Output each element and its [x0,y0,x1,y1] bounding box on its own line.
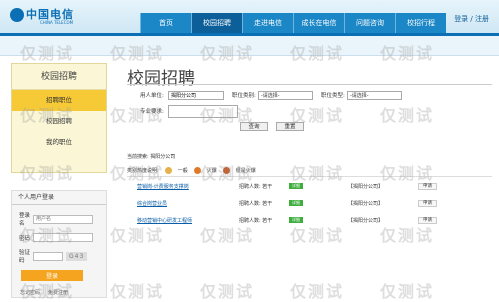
detail-tag[interactable]: 详细 [289,200,303,206]
job-company: 【揭阳分公司】 [348,200,384,207]
page-title: 校园招聘 [127,69,195,89]
heat-hot-icon [193,167,201,174]
username-input[interactable] [33,214,93,224]
sidebar-item-my-jobs[interactable]: 我的职位 [12,132,106,153]
captcha-input[interactable] [33,251,63,261]
apply-button[interactable]: 申请 [418,182,437,190]
detail-tag[interactable]: 详细 [289,183,303,189]
unit-input[interactable] [168,90,224,100]
forgot-password-link[interactable]: 忘记密码 [20,289,40,296]
type-select[interactable]: -请选择- [347,90,402,100]
search-form: 用人单位: 职位类别: -请选择- 职位类型: -请选择- 专业要求: [140,88,490,120]
search-button[interactable]: 查询 [240,122,268,131]
sidebar-item-campus[interactable]: 校园招聘 [12,111,106,132]
title-divider [127,84,492,85]
watermark: 仅测试 [110,282,165,301]
password-label: 密码 [19,235,31,242]
sidebar-menu: 校园招聘 招聘职位 校园招聘 我的职位 [11,63,107,173]
job-company: 【揭阳分公司】 [348,217,384,224]
nav-home[interactable]: 首页 [140,13,191,33]
heat-legend: 类别热度说明: 一般 火爆 很是火爆 [127,167,256,174]
job-count: 招聘人数: 若干 [239,200,273,207]
table-row: 营销岗-计费服务支撑岗 招聘人数: 若干 详细 【揭阳分公司】 申请 [127,180,492,192]
heat-normal-icon [164,167,172,174]
login-button[interactable]: 登录 [21,270,83,281]
list-divider [127,176,492,177]
register-link[interactable]: 免费注册 [48,289,68,296]
logo-subtitle: CHINA TELECOM [40,20,74,25]
main-nav: 首页 校园招聘 走进电信 成长在电信 问题咨询 校招行程 [140,13,446,33]
watermark: 仅测试 [200,282,255,301]
job-title-link[interactable]: 营销岗-计费服务支撑岗 [127,183,239,190]
category-select[interactable]: -请选择- [258,90,313,100]
sidebar-title: 校园招聘 [12,64,106,90]
captcha-label: 验证码 [19,250,31,264]
watermark: 仅测试 [290,282,345,301]
heat-very-hot-icon [222,167,230,174]
job-title-link[interactable]: 综合岗营业员 [127,200,239,207]
legend-prefix: 类别热度说明: [127,168,159,174]
site-header: 中国电信 CHINA TELECOM 首页 校园招聘 走进电信 成长在电信 问题… [0,0,499,33]
reset-button[interactable]: 重置 [276,122,304,131]
nav-faq[interactable]: 问题咨询 [344,13,395,33]
apply-button[interactable]: 申请 [418,199,437,207]
login-title: 个人用户登录 [12,191,106,205]
legend-normal: 一般 [177,168,188,174]
job-company: 【揭阳分公司】 [348,183,384,190]
nav-growth[interactable]: 成长在电信 [293,13,344,33]
login-panel: 个人用户登录 登录名 密码 验证码 G43 登录 忘记密码 免费注册 [11,190,107,298]
category-label: 职位类别: [232,93,256,99]
nav-about[interactable]: 走进电信 [242,13,293,33]
major-label: 专业要求: [140,109,164,115]
table-row: 综合岗营业员 招聘人数: 若干 详细 【揭阳分公司】 申请 [127,197,492,209]
current-search: 当前搜索: 揭阳分公司 [127,154,176,160]
job-count: 招聘人数: 若干 [239,217,273,224]
detail-tag[interactable]: 详细 [289,217,303,223]
major-input[interactable] [168,104,238,118]
header-login-link[interactable]: 登录 / 注册 [454,14,489,24]
table-row: 移动营销中心研发工程师 招聘人数: 若干 详细 【揭阳分公司】 申请 [127,214,492,226]
username-label: 登录名 [19,213,31,227]
watermark: 仅测试 [380,282,435,301]
sidebar-item-jobs[interactable]: 招聘职位 [12,90,106,111]
captcha-image[interactable]: G43 [66,251,88,261]
job-title-link[interactable]: 移动营销中心研发工程师 [127,217,239,224]
job-count: 招聘人数: 若干 [239,183,273,190]
sub-banner [0,36,499,56]
apply-button[interactable]: 申请 [418,216,437,224]
nav-schedule[interactable]: 校招行程 [395,13,446,33]
telecom-logo-icon [10,8,24,22]
legend-very-hot: 很是火爆 [235,168,256,174]
type-label: 职位类型: [321,93,345,99]
legend-hot: 火爆 [206,168,217,174]
unit-label: 用人单位: [140,93,164,99]
password-input[interactable] [33,233,93,242]
form-buttons: 查询 重置 [240,122,304,131]
nav-campus-recruit[interactable]: 校园招聘 [191,13,242,33]
